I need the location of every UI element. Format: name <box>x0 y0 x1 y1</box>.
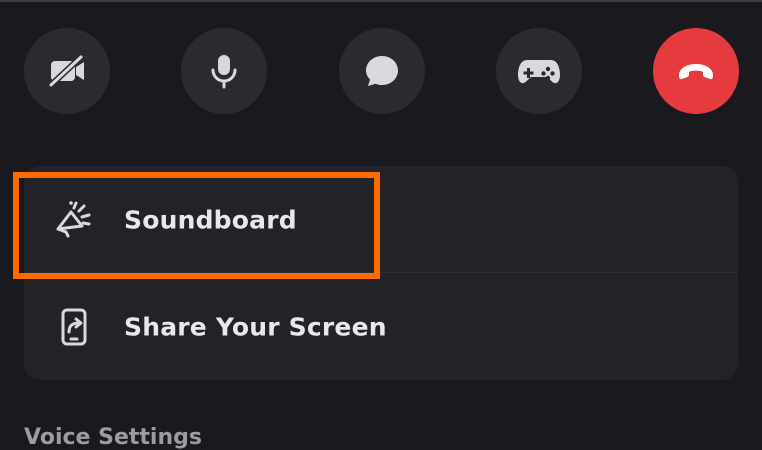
phone-hangup-icon <box>674 49 718 93</box>
soundboard-icon <box>50 196 98 244</box>
gamepad-icon <box>515 49 563 93</box>
end-call-button[interactable] <box>653 28 739 114</box>
activities-button[interactable] <box>496 28 582 114</box>
call-controls-bar <box>0 0 762 150</box>
share-screen-icon <box>50 303 98 351</box>
microphone-icon <box>202 49 246 93</box>
chat-button[interactable] <box>339 28 425 114</box>
chat-bubble-icon <box>360 49 404 93</box>
share-screen-label: Share Your Screen <box>124 312 387 341</box>
voice-settings-heading: Voice Settings <box>24 425 202 450</box>
soundboard-label: Soundboard <box>124 205 297 234</box>
soundboard-menu-item[interactable]: Soundboard <box>24 166 738 273</box>
voice-options-menu: Soundboard Share Your Screen <box>24 166 738 380</box>
microphone-toggle-button[interactable] <box>181 28 267 114</box>
camera-toggle-button[interactable] <box>24 28 110 114</box>
camera-off-icon <box>45 49 89 93</box>
share-screen-menu-item[interactable]: Share Your Screen <box>24 273 738 380</box>
